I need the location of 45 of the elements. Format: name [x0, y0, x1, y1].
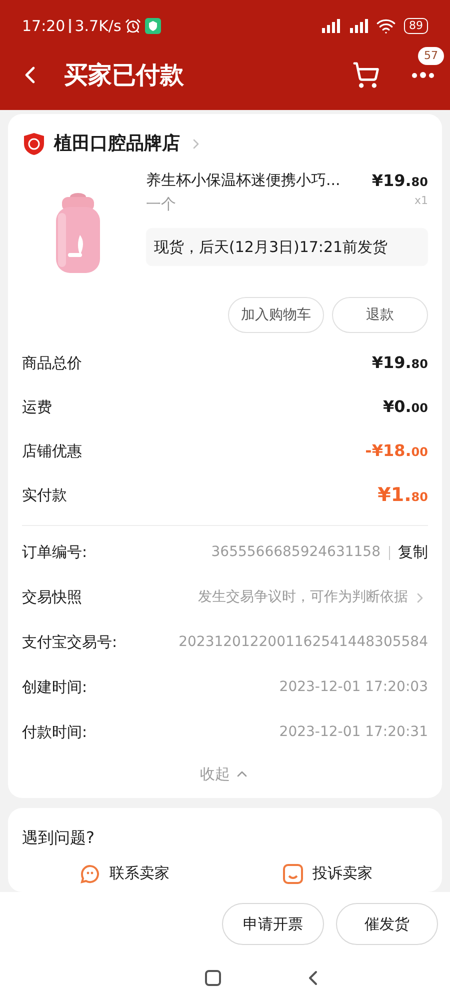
shield-icon [22, 132, 46, 156]
help-link[interactable]: 投诉卖家 [280, 862, 372, 886]
price-value: -¥18.00 [365, 440, 428, 462]
info-label: 支付宝交易号: [22, 632, 118, 654]
price-value: ¥1.80 [378, 482, 428, 508]
action-button[interactable]: 退款 [332, 297, 428, 333]
complaint-icon [280, 862, 304, 886]
price-value: ¥19.80 [372, 352, 428, 374]
signal-icon [320, 18, 340, 34]
help-title: 遇到问题? [22, 826, 96, 848]
quantity: x1 [414, 193, 428, 209]
store-name[interactable]: 植田口腔品牌店 [54, 130, 180, 157]
price-value: ¥0.00 [382, 396, 428, 418]
product-title: 养生杯小保温杯迷便携小巧... [146, 170, 340, 191]
network-speed: 3.7K/s [74, 16, 122, 37]
shipping-note: 现货，后天(12月3日)17:21前发货 [146, 228, 428, 266]
info-value: 2023120122001162541448305584 [178, 633, 428, 652]
cart-icon [352, 61, 380, 89]
home-nav-icon[interactable] [205, 970, 221, 986]
info-label: 交易快照 [22, 587, 82, 608]
action-button[interactable]: 加入购物车 [228, 297, 324, 333]
cart-button[interactable] [352, 61, 380, 89]
product-spec: 一个 [146, 194, 176, 215]
notification-badge: 57 [418, 47, 444, 65]
price-label: 运费 [22, 396, 52, 418]
info-label: 订单编号: [22, 542, 88, 564]
help-link[interactable]: 联系卖家 [78, 862, 170, 886]
bottom-action-button[interactable]: 申请开票 [222, 903, 324, 946]
status-time: 17:20 [22, 16, 66, 37]
price-label: 商品总价 [22, 352, 82, 374]
info-value: 2023-12-01 17:20:03 [279, 678, 428, 697]
price-label: 店铺优惠 [22, 440, 82, 462]
signal-icon [348, 18, 368, 34]
info-value: 3655566685924631158 [211, 543, 380, 562]
alarm-icon [125, 18, 142, 34]
info-label: 付款时间: [22, 722, 88, 744]
price-value: ¥19.80 [372, 170, 428, 192]
copy-button[interactable]: 复制 [398, 541, 428, 564]
page-title: 买家已付款 [64, 60, 184, 91]
price-label: 实付款 [22, 484, 67, 506]
battery-level: 89 [404, 18, 428, 34]
info-value: 2023-12-01 17:20:31 [279, 723, 428, 742]
bottom-action-button[interactable]: 催发货 [336, 903, 438, 946]
shield-app-icon [145, 18, 162, 34]
info-label: 创建时间: [22, 677, 88, 698]
